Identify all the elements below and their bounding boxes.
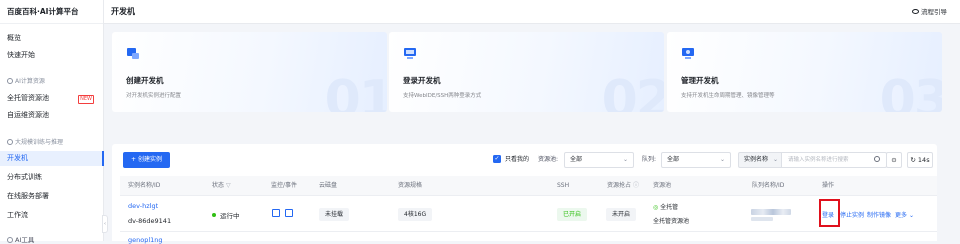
ssh-status-tag: 已开启 (557, 208, 588, 221)
create-devmachine-icon (127, 48, 139, 59)
queue-label: 队列: (642, 156, 657, 163)
sidebar: 百度百科·AI计算平台 概览 快速开始 AI计算资源 全托管资源池 NEW 自运… (0, 0, 104, 244)
training-icon (7, 139, 13, 145)
chevron-down-icon: ⌄ (622, 156, 628, 163)
manage-devmachine-icon (682, 48, 694, 59)
chevron-down-icon: ⌄ (908, 212, 914, 219)
monitor-icon[interactable] (272, 209, 280, 217)
pool-type: ◎ 全托管 (653, 204, 679, 211)
search-key-select[interactable]: 实例名称 ⌄ (738, 152, 782, 168)
events-icon[interactable] (285, 209, 293, 217)
ai-tools-icon (7, 237, 13, 243)
card-desc: 对开发机实例进行配置 (126, 93, 182, 99)
gear-icon: ⊙ (891, 156, 897, 164)
instance-name-link[interactable]: genopl1ng (128, 236, 163, 244)
instance-name-link[interactable]: dev-hzlgt (128, 202, 158, 210)
sidebar-collapse-handle[interactable]: ‹ (102, 215, 108, 233)
instance-id: dv-86de9141 (128, 217, 172, 225)
card-desc: 支持WebIDE/SSH两种登录方式 (403, 93, 482, 99)
flow-guide-link[interactable]: 流程引导 (912, 0, 947, 24)
col-disk: 云磁盘 (319, 182, 338, 189)
login-highlight-box (819, 199, 840, 227)
sidebar-item-workflow[interactable]: 工作流 (0, 208, 104, 223)
refresh-icon: ↻ (910, 156, 916, 164)
pool-type-label: 资源池: (538, 156, 559, 163)
status-badge: 运行中 (212, 210, 240, 220)
col-actions: 操作 (822, 182, 835, 189)
col-status[interactable]: 状态 ▽ (212, 176, 231, 196)
col-preempt: 资源抢占 ⓘ (607, 182, 639, 189)
more-actions[interactable]: 更多 ⌄ (895, 210, 914, 219)
col-monitor: 监控/事件 (271, 182, 298, 189)
pool-type-select[interactable]: 全部 ⌄ (564, 152, 634, 168)
sidebar-item-selfops-pool[interactable]: 自运维资源池 (0, 108, 104, 123)
login-devmachine-icon (404, 48, 416, 59)
make-image-action[interactable]: 制作镜像 (867, 210, 891, 219)
card-step-number: 01 (324, 70, 387, 112)
page-header: 开发机 流程引导 (104, 0, 960, 24)
card-login-devmachine[interactable]: 登录开发机 支持WebIDE/SSH两种登录方式 02 (389, 32, 664, 112)
settings-button[interactable]: ⊙ (886, 152, 902, 168)
sidebar-item-managed-pool[interactable]: 全托管资源池 NEW (0, 91, 104, 106)
sidebar-group-compute: AI计算资源 (0, 75, 104, 88)
card-title: 登录开发机 (403, 76, 441, 85)
table-header: 实例名称/ID 状态 ▽ 监控/事件 云磁盘 资源规格 SSH 资源抢占 ⓘ 资… (120, 176, 937, 196)
refresh-button[interactable]: ↻ 14s (907, 152, 933, 168)
card-create-devmachine[interactable]: 创建开发机 对开发机实例进行配置 01 (112, 32, 387, 112)
page-title: 开发机 (111, 7, 135, 16)
instance-list-panel: + 创建实例 ✓ 只看我的 资源池: 全部 ⌄ 队列: 全部 ⌄ 实例名称 ⌄ 请输入… (112, 144, 937, 241)
only-mine-label: 只看我的 (505, 156, 530, 163)
pool-name: 全托管资源池 (653, 218, 690, 225)
queue-id-redacted (751, 217, 773, 221)
card-manage-devmachine[interactable]: 管理开发机 支持开发机生命周期管理、镜像管理等 03 (667, 32, 942, 112)
card-title: 管理开发机 (681, 76, 719, 85)
card-step-number: 02 (601, 70, 664, 112)
compute-icon (7, 78, 13, 84)
running-dot (212, 213, 216, 217)
search-input[interactable]: 请输入实例名称进行搜索 (781, 152, 887, 168)
sidebar-group-training: 大规模训练与推理 (0, 136, 104, 149)
col-spec: 资源规格 (398, 182, 423, 189)
only-mine-checkbox[interactable]: ✓ (493, 155, 501, 163)
sidebar-group-ai-tools: AI工具 (7, 234, 34, 244)
disk-tag: 未挂载 (319, 208, 350, 221)
new-badge: NEW (78, 95, 94, 104)
chevron-down-icon: ⌄ (772, 156, 778, 163)
col-pool: 资源池 (653, 182, 672, 189)
brand-title: 百度百科·AI计算平台 (0, 0, 103, 24)
card-title: 创建开发机 (126, 76, 164, 85)
preempt-tag: 未开启 (606, 208, 637, 221)
search-icon[interactable] (874, 156, 880, 162)
sidebar-item-devmachine[interactable]: 开发机 (0, 151, 104, 166)
help-icon[interactable]: ⓘ (633, 182, 639, 189)
sidebar-item-online-service[interactable]: 在线服务部署 (0, 189, 104, 204)
eye-icon (912, 9, 919, 14)
col-ssh: SSH (557, 182, 570, 189)
queue-name-redacted (751, 209, 791, 215)
col-instance-name: 实例名称/ID (128, 182, 161, 189)
sidebar-item-distributed-training[interactable]: 分布式训练 (0, 170, 104, 185)
stop-instance-action[interactable]: 停止实例 (840, 210, 864, 219)
managed-icon: ◎ (653, 204, 659, 211)
sidebar-item-quickstart[interactable]: 快速开始 (0, 48, 104, 63)
filter-icon[interactable]: ▽ (226, 182, 231, 189)
card-step-number: 03 (879, 70, 942, 112)
create-instance-button[interactable]: + 创建实例 (123, 152, 170, 168)
table-row: dev-hzlgt dv-86de9141 运行中 未挂载 4核16G 已开启 … (120, 196, 937, 232)
col-queue: 队列名称/ID (752, 182, 785, 189)
sidebar-item-overview[interactable]: 概览 (0, 31, 104, 46)
chevron-down-icon: ⌄ (719, 156, 725, 163)
spec-tag: 4核16G (398, 208, 433, 221)
card-desc: 支持开发机生命周期管理、镜像管理等 (681, 93, 775, 99)
queue-select[interactable]: 全部 ⌄ (661, 152, 731, 168)
